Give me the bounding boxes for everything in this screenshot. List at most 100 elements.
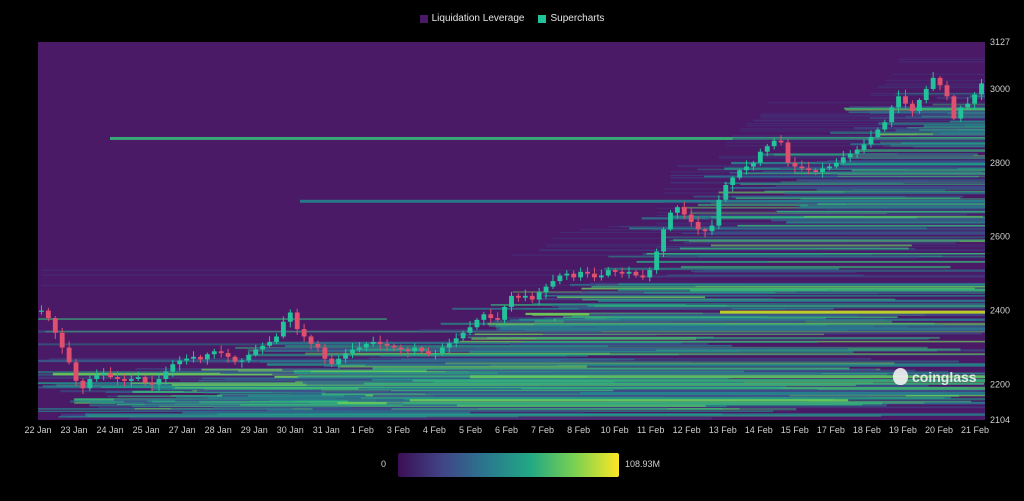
y-tick-label: 3000 xyxy=(990,84,1010,94)
liquidation-band-faint xyxy=(608,226,985,228)
candle-body xyxy=(840,157,846,163)
candle-body xyxy=(916,100,922,112)
candle-body xyxy=(771,140,777,147)
liquidation-band xyxy=(594,305,985,307)
candle-body xyxy=(59,332,65,348)
liquidation-band-faint xyxy=(760,115,985,117)
liquidation-band-faint xyxy=(753,120,985,122)
candle-body xyxy=(142,377,148,383)
liquidation-band-faint xyxy=(760,117,985,119)
liquidation-band xyxy=(598,299,985,303)
liquidation-band xyxy=(817,203,985,206)
liquidation-band-faint xyxy=(41,269,986,271)
candle-body xyxy=(937,77,943,86)
candle-body xyxy=(723,184,729,200)
liquidation-band xyxy=(703,233,985,235)
candle-body xyxy=(446,343,452,348)
liquidation-key-level xyxy=(580,391,985,395)
liquidation-band-faint xyxy=(670,182,985,184)
candle-body xyxy=(654,251,660,270)
liquidation-band-faint xyxy=(746,125,985,127)
candle-body xyxy=(398,347,404,350)
liquidation-band-faint xyxy=(546,244,985,246)
x-tick-label: 7 Feb xyxy=(531,425,554,435)
liquidation-band-faint xyxy=(725,145,985,147)
candle-body xyxy=(868,136,874,145)
liquidation-band xyxy=(363,382,985,385)
liquidation-band-faint xyxy=(656,211,985,214)
liquidation-band xyxy=(939,131,985,134)
x-tick-label: 12 Feb xyxy=(673,425,701,435)
liquidation-band xyxy=(469,350,854,354)
liquidation-band xyxy=(372,367,850,370)
liquidation-band xyxy=(480,358,617,361)
liquidation-band xyxy=(447,344,733,347)
candle-body xyxy=(198,356,203,360)
liquidation-key-level xyxy=(690,288,985,292)
candle-body xyxy=(930,77,936,89)
candle-body xyxy=(785,142,791,163)
liquidation-band xyxy=(808,180,932,182)
liquidation-band-faint xyxy=(663,202,985,204)
candle-body xyxy=(571,273,577,278)
candle-body xyxy=(439,347,445,354)
candle-body xyxy=(820,168,825,173)
liquidation-band xyxy=(661,236,985,238)
liquidation-key-level xyxy=(500,327,985,331)
candle-body xyxy=(585,271,590,274)
candle-body xyxy=(412,347,418,352)
y-tick-label: 2800 xyxy=(990,158,1010,168)
x-tick-label: 8 Feb xyxy=(567,425,590,435)
liquidation-band-faint xyxy=(670,177,985,179)
x-tick-label: 17 Feb xyxy=(817,425,845,435)
candle-body xyxy=(177,360,183,365)
candle-body xyxy=(958,107,964,119)
candle-body xyxy=(619,271,625,274)
candle-body xyxy=(730,177,736,185)
liquidation-band xyxy=(38,318,387,320)
liquidation-band xyxy=(803,215,983,218)
liquidation-band xyxy=(695,285,985,288)
liquidation-band-faint xyxy=(511,254,985,256)
candle-body xyxy=(128,378,134,381)
liquidation-band xyxy=(433,394,906,397)
candle-body xyxy=(80,380,86,389)
candle-body xyxy=(557,275,563,282)
x-tick-label: 4 Feb xyxy=(423,425,446,435)
candle-body xyxy=(910,103,915,112)
coinglass-logo-icon xyxy=(893,368,908,385)
liquidation-band xyxy=(390,389,614,392)
liquidation-band-faint xyxy=(656,214,985,217)
candle-body xyxy=(972,94,978,104)
liquidation-band-faint xyxy=(41,274,986,276)
liquidation-band-faint xyxy=(539,249,985,252)
candle-body xyxy=(778,140,784,143)
liquidation-band xyxy=(563,316,898,318)
candle-body xyxy=(239,360,245,362)
liquidation-band-faint xyxy=(739,130,985,132)
y-tick-label: 2600 xyxy=(990,232,1010,242)
liquidation-band xyxy=(474,348,848,350)
liquidation-band xyxy=(694,270,857,273)
candle-body xyxy=(108,373,113,378)
candle-body xyxy=(101,373,107,376)
liquidation-band xyxy=(497,371,822,375)
candle-body xyxy=(612,269,618,272)
heatmap-chart[interactable]: 3127 3000 2800 2600 2400 2200 2104 22 Jan 23 Ja… xyxy=(0,0,1024,501)
x-tick-label: 14 Feb xyxy=(745,425,773,435)
candle-body xyxy=(73,362,79,381)
liquidation-band xyxy=(673,239,985,242)
candle-body xyxy=(357,347,362,350)
liquidation-band xyxy=(445,362,895,365)
x-tick-label: 28 Jan xyxy=(205,425,232,435)
candle-body xyxy=(605,269,611,276)
candle-body xyxy=(979,83,984,95)
candle-body xyxy=(564,273,570,276)
liquidation-band xyxy=(432,364,557,366)
candle-body xyxy=(156,378,162,385)
x-tick-label: 11 Feb xyxy=(637,425,664,435)
candle-body xyxy=(799,166,805,169)
liquidation-band xyxy=(764,190,985,193)
candle-body xyxy=(695,221,701,230)
x-tick-label: 1 Feb xyxy=(351,425,374,435)
